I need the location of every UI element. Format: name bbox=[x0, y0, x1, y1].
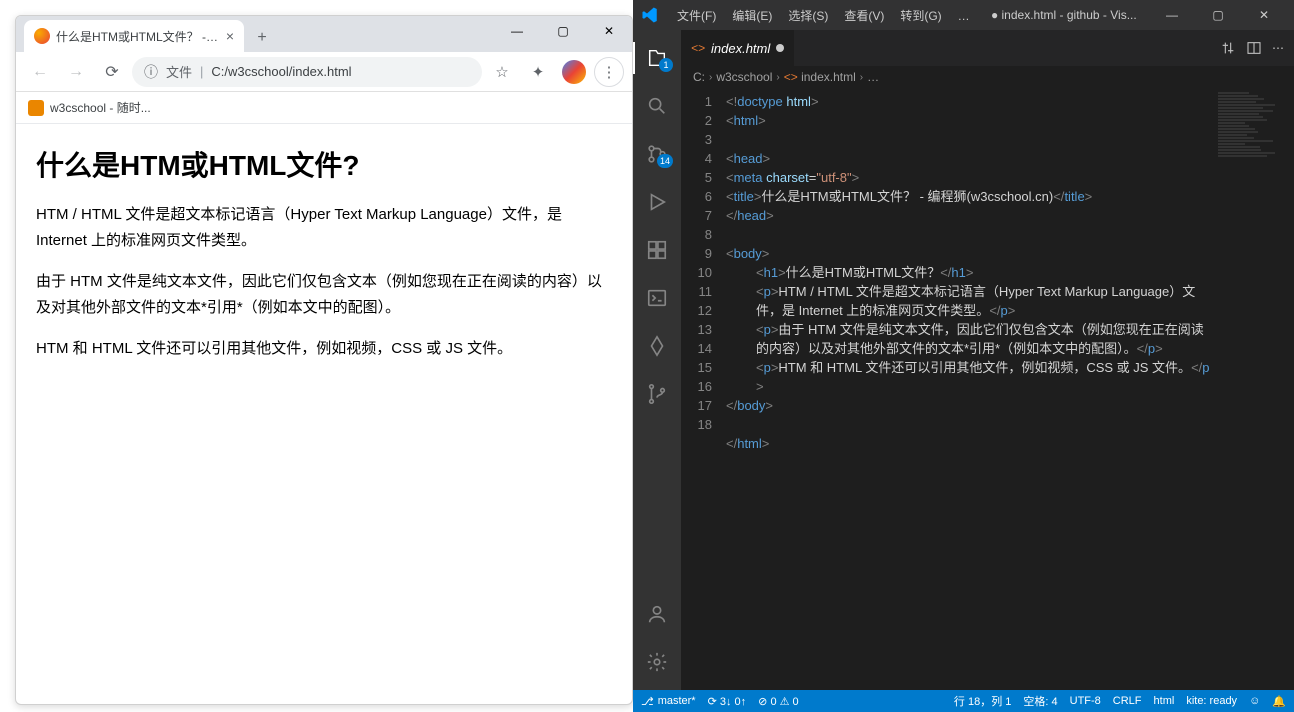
source-control-icon[interactable]: 14 bbox=[633, 134, 681, 174]
kebab-menu-icon[interactable]: ⋮ bbox=[594, 57, 624, 87]
url-scheme-label: 文件 bbox=[166, 62, 192, 81]
menu-item[interactable]: 查看(V) bbox=[836, 6, 892, 26]
activity-bar: 1 14 bbox=[633, 30, 681, 690]
maximize-button[interactable]: ▢ bbox=[1196, 0, 1240, 30]
chevron-right-icon: › bbox=[860, 72, 863, 83]
more-actions-icon[interactable]: ⋯ bbox=[1272, 41, 1284, 55]
settings-gear-icon[interactable] bbox=[633, 642, 681, 682]
paragraph: HTM / HTML 文件是超文本标记语言（Hyper Text Markup … bbox=[36, 202, 612, 253]
menu-item[interactable]: 选择(S) bbox=[780, 6, 836, 26]
close-button[interactable]: ✕ bbox=[586, 16, 632, 46]
bookmark-item[interactable]: w3cschool - 随时... bbox=[50, 99, 151, 116]
extensions-icon[interactable]: ✦ bbox=[522, 56, 554, 88]
scm-badge: 14 bbox=[657, 154, 673, 168]
breadcrumb-segment[interactable]: <> index.html bbox=[784, 70, 856, 84]
browser-titlebar: 什么是HTM或HTML文件？ - 编 × + — ▢ ✕ bbox=[16, 16, 632, 52]
browser-toolbar: ← → ⟳ ⓘ 文件 | C:/w3cschool/index.html ☆ ✦… bbox=[16, 52, 632, 92]
editor-area: <> index.html ⋯ C: › w3cschool › <> index.ht… bbox=[681, 30, 1294, 690]
vscode-titlebar: 文件(F)编辑(E)选择(S)查看(V)转到(G)… ● index.html … bbox=[633, 0, 1294, 30]
tab-title: 什么是HTM或HTML文件？ - 编 bbox=[56, 28, 220, 45]
status-bar: ⎇ master* ⟳ 3↓ 0↑ ⊘ 0 ⚠ 0 行 18，列 1 空格: 4… bbox=[633, 690, 1294, 712]
indent-status[interactable]: 空格: 4 bbox=[1023, 693, 1057, 709]
menu-item[interactable]: 编辑(E) bbox=[724, 6, 780, 26]
menu-item[interactable]: 转到(G) bbox=[892, 6, 949, 26]
run-debug-icon[interactable] bbox=[633, 182, 681, 222]
info-icon: ⓘ bbox=[144, 62, 158, 82]
breadcrumbs[interactable]: C: › w3cschool › <> index.html › … bbox=[681, 66, 1294, 88]
reload-button[interactable]: ⟳ bbox=[96, 56, 128, 88]
close-icon[interactable]: × bbox=[226, 28, 234, 44]
chrome-window: 什么是HTM或HTML文件？ - 编 × + — ▢ ✕ ← → ⟳ ⓘ 文件 … bbox=[15, 15, 633, 705]
minimap[interactable] bbox=[1214, 88, 1294, 690]
kite-icon[interactable] bbox=[633, 326, 681, 366]
cursor-position[interactable]: 行 18，列 1 bbox=[954, 693, 1011, 709]
profile-avatar[interactable] bbox=[558, 56, 590, 88]
minimize-button[interactable]: — bbox=[494, 16, 540, 46]
explorer-icon[interactable]: 1 bbox=[633, 38, 681, 78]
window-controls: — ▢ ✕ bbox=[494, 16, 632, 52]
bookmark-favicon bbox=[28, 100, 44, 116]
vscode-logo-icon bbox=[641, 6, 659, 24]
kite-status[interactable]: kite: ready bbox=[1186, 695, 1237, 707]
modified-indicator-icon bbox=[776, 44, 784, 52]
breadcrumb-segment[interactable]: C: bbox=[693, 70, 705, 84]
browser-tab[interactable]: 什么是HTM或HTML文件？ - 编 × bbox=[24, 20, 244, 52]
editor-tab[interactable]: <> index.html bbox=[681, 30, 795, 66]
editor-tabs: <> index.html ⋯ bbox=[681, 30, 1294, 66]
forward-button[interactable]: → bbox=[60, 56, 92, 88]
breadcrumb-segment[interactable]: … bbox=[867, 70, 879, 84]
line-gutter: 123456789101112131415161718 bbox=[681, 88, 726, 690]
html-file-icon: <> bbox=[691, 41, 705, 55]
compare-changes-icon[interactable] bbox=[1220, 40, 1236, 56]
terminal-icon[interactable] bbox=[633, 278, 681, 318]
split-editor-icon[interactable] bbox=[1246, 40, 1262, 56]
chevron-right-icon: › bbox=[776, 72, 779, 83]
git-branch-icon[interactable] bbox=[633, 374, 681, 414]
explorer-badge: 1 bbox=[659, 58, 673, 72]
menu-item[interactable]: 文件(F) bbox=[669, 6, 724, 26]
search-icon[interactable] bbox=[633, 86, 681, 126]
page-content: 什么是HTM或HTML文件? HTM / HTML 文件是超文本标记语言（Hyp… bbox=[16, 124, 632, 704]
minimize-button[interactable]: — bbox=[1150, 0, 1194, 30]
breadcrumb-segment[interactable]: w3cschool bbox=[716, 70, 772, 84]
tab-filename: index.html bbox=[711, 41, 770, 56]
url-separator: | bbox=[200, 64, 203, 79]
window-title: ● index.html - github - Vis... bbox=[980, 8, 1148, 22]
sync-status[interactable]: ⟳ 3↓ 0↑ bbox=[708, 695, 747, 708]
language-mode[interactable]: html bbox=[1154, 695, 1175, 707]
feedback-icon[interactable]: ☺ bbox=[1249, 695, 1260, 707]
tab-favicon bbox=[34, 28, 50, 44]
extensions-icon[interactable] bbox=[633, 230, 681, 270]
maximize-button[interactable]: ▢ bbox=[540, 16, 586, 46]
notifications-icon[interactable]: 🔔 bbox=[1272, 695, 1286, 708]
bookmarks-bar: w3cschool - 随时... bbox=[16, 92, 632, 124]
back-button[interactable]: ← bbox=[24, 56, 56, 88]
menu-item[interactable]: … bbox=[950, 6, 978, 26]
code-editor[interactable]: <!doctype html><html> <head><meta charse… bbox=[726, 88, 1214, 690]
paragraph: 由于 HTM 文件是纯文本文件，因此它们仅包含文本（例如您现在正在阅读的内容）以… bbox=[36, 269, 612, 320]
bookmark-star-icon[interactable]: ☆ bbox=[486, 56, 518, 88]
page-heading: 什么是HTM或HTML文件? bbox=[36, 144, 612, 184]
eol-status[interactable]: CRLF bbox=[1113, 695, 1142, 707]
close-button[interactable]: ✕ bbox=[1242, 0, 1286, 30]
vscode-window: 文件(F)编辑(E)选择(S)查看(V)转到(G)… ● index.html … bbox=[633, 0, 1294, 712]
new-tab-button[interactable]: + bbox=[248, 24, 276, 52]
url-text: C:/w3cschool/index.html bbox=[211, 64, 351, 79]
paragraph: HTM 和 HTML 文件还可以引用其他文件，例如视频，CSS 或 JS 文件。 bbox=[36, 336, 612, 362]
address-bar[interactable]: ⓘ 文件 | C:/w3cschool/index.html bbox=[132, 57, 482, 87]
encoding-status[interactable]: UTF-8 bbox=[1070, 695, 1101, 707]
git-branch-status[interactable]: ⎇ master* bbox=[641, 695, 696, 708]
chevron-right-icon: › bbox=[709, 72, 712, 83]
accounts-icon[interactable] bbox=[633, 594, 681, 634]
problems-status[interactable]: ⊘ 0 ⚠ 0 bbox=[758, 695, 798, 708]
